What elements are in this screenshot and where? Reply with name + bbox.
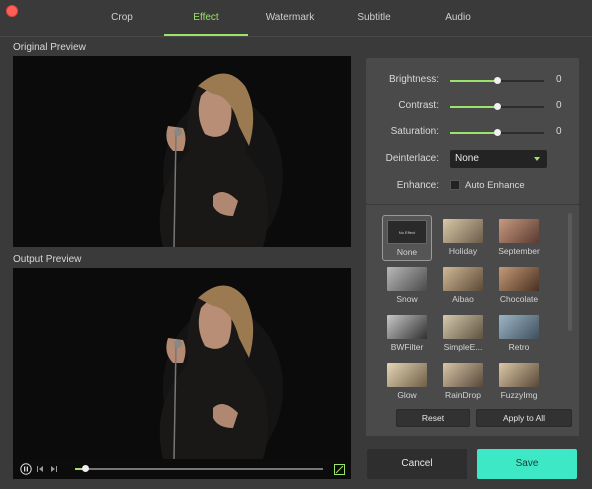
playback-controls bbox=[13, 459, 351, 479]
original-preview-label: Original Preview bbox=[13, 42, 86, 53]
contrast-label: Contrast: bbox=[398, 100, 439, 111]
effect-raindrop[interactable]: RainDrop bbox=[438, 359, 488, 405]
deinterlace-label: Deinterlace: bbox=[385, 153, 439, 164]
effect-label: Holiday bbox=[448, 246, 478, 256]
contrast-slider-fill bbox=[450, 106, 497, 108]
effect-glow[interactable]: Glow bbox=[382, 359, 432, 405]
output-preview-frame bbox=[13, 268, 351, 459]
effect-september[interactable]: September bbox=[494, 215, 544, 261]
effect-retro[interactable]: Retro bbox=[494, 311, 544, 357]
saturation-slider[interactable] bbox=[450, 129, 544, 136]
previous-frame-icon[interactable] bbox=[33, 462, 47, 476]
enhance-label: Enhance: bbox=[396, 180, 439, 191]
effect-thumbnail bbox=[499, 219, 539, 243]
contrast-slider-knob[interactable] bbox=[494, 103, 501, 110]
brightness-label: Brightness: bbox=[388, 74, 439, 85]
effect-label: SimpleE... bbox=[443, 342, 483, 352]
brightness-slider-fill bbox=[450, 80, 497, 82]
contrast-value: 0 bbox=[556, 100, 562, 111]
deinterlace-row: Deinterlace: None bbox=[366, 150, 579, 170]
auto-enhance-checkbox[interactable] bbox=[450, 180, 460, 190]
effect-thumbnail bbox=[387, 363, 427, 387]
next-frame-icon[interactable] bbox=[47, 462, 61, 476]
saturation-label: Saturation: bbox=[390, 126, 439, 137]
effect-thumbnail bbox=[443, 267, 483, 291]
effect-label: Retro bbox=[508, 342, 530, 352]
tab-crop[interactable]: Crop bbox=[80, 4, 164, 36]
dropdown-arrow-icon bbox=[534, 157, 540, 161]
effect-label: FuzzyImg bbox=[500, 390, 538, 400]
saturation-slider-fill bbox=[450, 132, 497, 134]
tab-audio[interactable]: Audio bbox=[416, 4, 500, 36]
output-preview-label: Output Preview bbox=[13, 254, 82, 265]
contrast-row: Contrast: 0 bbox=[366, 98, 579, 114]
effect-label: BWFilter bbox=[390, 342, 424, 352]
apply-to-all-button[interactable]: Apply to All bbox=[476, 409, 572, 427]
effect-none[interactable]: No Effect None bbox=[382, 215, 432, 261]
effect-thumbnail bbox=[499, 315, 539, 339]
effect-thumbnail bbox=[499, 267, 539, 291]
effect-thumbnail bbox=[387, 267, 427, 291]
cancel-button[interactable]: Cancel bbox=[367, 449, 467, 479]
saturation-slider-knob[interactable] bbox=[494, 129, 501, 136]
effect-thumbnail bbox=[443, 363, 483, 387]
effect-label: Glow bbox=[397, 390, 417, 400]
output-preview-video bbox=[13, 268, 351, 459]
effect-label: Snow bbox=[396, 294, 418, 304]
deinterlace-select[interactable]: None bbox=[450, 150, 547, 168]
brightness-slider-knob[interactable] bbox=[494, 77, 501, 84]
window-close-button[interactable] bbox=[6, 5, 18, 17]
pause-icon[interactable] bbox=[19, 462, 33, 476]
playback-progress-bar[interactable] bbox=[75, 465, 323, 472]
effect-chocolate[interactable]: Chocolate bbox=[494, 263, 544, 309]
effect-thumbnail: No Effect bbox=[387, 220, 427, 244]
fullscreen-icon[interactable] bbox=[334, 463, 345, 475]
effect-label: Chocolate bbox=[499, 294, 539, 304]
reset-button[interactable]: Reset bbox=[396, 409, 470, 427]
enhance-row: Enhance: Auto Enhance bbox=[366, 178, 579, 194]
effect-snow[interactable]: Snow bbox=[382, 263, 432, 309]
effect-aibao[interactable]: Aibao bbox=[438, 263, 488, 309]
effect-label: Aibao bbox=[452, 294, 474, 304]
saturation-value: 0 bbox=[556, 126, 562, 137]
auto-enhance-label[interactable]: Auto Enhance bbox=[465, 180, 525, 191]
effect-fuzzyimg[interactable]: FuzzyImg bbox=[494, 359, 544, 405]
effects-panel: No Effect None Holiday September Snow Aibao Ch… bbox=[366, 204, 579, 436]
effect-label: September bbox=[498, 246, 540, 256]
effect-thumbnail-text: No Effect bbox=[398, 229, 416, 235]
brightness-slider[interactable] bbox=[450, 77, 544, 84]
effect-thumbnail bbox=[387, 315, 427, 339]
saturation-row: Saturation: 0 bbox=[366, 124, 579, 140]
tab-effect[interactable]: Effect bbox=[164, 4, 248, 36]
effect-bwfilter[interactable]: BWFilter bbox=[382, 311, 432, 357]
effect-thumbnail bbox=[443, 219, 483, 243]
playback-progress-knob[interactable] bbox=[81, 465, 89, 472]
adjustment-panel: Brightness: 0 Contrast: 0 Saturation: 0 … bbox=[366, 58, 579, 204]
tab-bar: Crop Effect Watermark Subtitle Audio bbox=[80, 4, 500, 36]
effects-scrollbar[interactable] bbox=[568, 213, 572, 331]
original-preview-video bbox=[13, 56, 351, 247]
tab-divider bbox=[0, 36, 592, 37]
effect-holiday[interactable]: Holiday bbox=[438, 215, 488, 261]
effect-simplee[interactable]: SimpleE... bbox=[438, 311, 488, 357]
save-button[interactable]: Save bbox=[477, 449, 577, 479]
effects-buttons: Reset Apply to All bbox=[366, 405, 579, 433]
deinterlace-selected-value: None bbox=[455, 153, 479, 164]
effect-thumbnail bbox=[499, 363, 539, 387]
tab-watermark[interactable]: Watermark bbox=[248, 4, 332, 36]
effects-grid: No Effect None Holiday September Snow Aibao Ch… bbox=[382, 215, 552, 405]
effect-label: None bbox=[396, 247, 418, 257]
contrast-slider[interactable] bbox=[450, 103, 544, 110]
effect-thumbnail bbox=[443, 315, 483, 339]
brightness-value: 0 bbox=[556, 74, 562, 85]
original-preview-frame bbox=[13, 56, 351, 247]
brightness-row: Brightness: 0 bbox=[366, 72, 579, 88]
effect-label: RainDrop bbox=[445, 390, 481, 400]
tab-subtitle[interactable]: Subtitle bbox=[332, 4, 416, 36]
